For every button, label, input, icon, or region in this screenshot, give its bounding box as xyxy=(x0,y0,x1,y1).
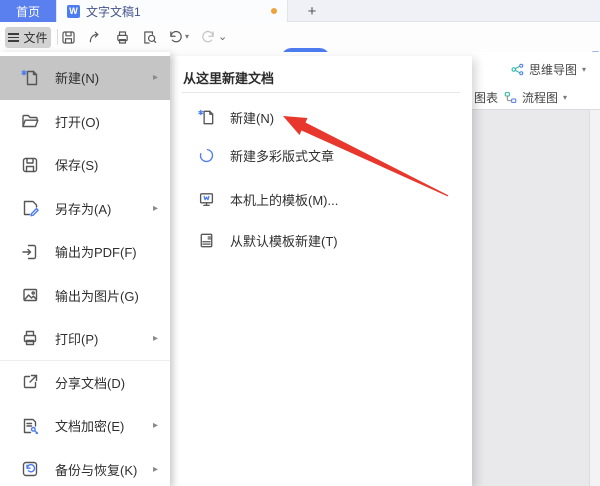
new-tab-button[interactable]: + xyxy=(300,0,324,22)
submenu-item-new[interactable]: 新建(N) xyxy=(170,104,472,130)
open-folder-icon xyxy=(20,111,40,131)
submenu-item-label: 新建(N) xyxy=(230,108,274,127)
flowchart-label: 流程图 xyxy=(522,89,558,106)
export-pdf-icon xyxy=(20,242,40,262)
local-template-icon xyxy=(197,190,216,209)
menu-item-label: 打印(P) xyxy=(55,329,98,348)
share-icon xyxy=(20,372,40,392)
file-menu-item-backup[interactable]: 备份与恢复(K) ▸ xyxy=(0,448,170,486)
toolbar-separator xyxy=(57,29,58,45)
file-menu-panel: 新建(N) ▸ 打开(O) 保存(S) 另存为(A) ▸ 输出为 xyxy=(0,52,170,486)
submenu-item-label: 从默认模板新建(T) xyxy=(230,231,338,250)
title-bar: 首页 W 文字文稿1 + xyxy=(0,0,600,22)
submenu-item-default-template[interactable]: 从默认模板新建(T) xyxy=(170,227,472,253)
save-icon xyxy=(20,155,40,175)
print-icon xyxy=(20,328,40,348)
unsaved-indicator-dot xyxy=(271,8,277,14)
submenu-arrow-icon: ▸ xyxy=(153,333,158,344)
menu-item-label: 备份与恢复(K) xyxy=(55,460,137,479)
submenu-arrow-icon: ▸ xyxy=(153,420,158,431)
chart-label: 图表 xyxy=(474,89,498,106)
vertical-scrollbar[interactable] xyxy=(589,110,600,486)
file-button-label: 文件 xyxy=(23,29,47,46)
redo-icon[interactable] xyxy=(200,29,217,46)
menu-item-label: 文档加密(E) xyxy=(55,416,124,435)
file-menu-item-save-as[interactable]: 另存为(A) ▸ xyxy=(0,187,170,231)
save-icon[interactable] xyxy=(60,29,77,46)
file-menu-item-open[interactable]: 打开(O) xyxy=(0,100,170,144)
submenu-item-local-templates[interactable]: 本机上的模板(M)... xyxy=(170,186,472,212)
document-tab[interactable]: W 文字文稿1 xyxy=(56,0,288,22)
new-document-icon xyxy=(20,68,40,88)
default-template-icon xyxy=(197,231,216,250)
save-as-icon xyxy=(20,198,40,218)
file-menu-item-export-pdf[interactable]: 输出为PDF(F) xyxy=(0,230,170,274)
mindmap-button[interactable]: 思维导图 ▾ xyxy=(510,61,586,78)
file-menu-item-new[interactable]: 新建(N) ▸ xyxy=(0,56,170,100)
hamburger-icon xyxy=(8,31,19,43)
export-icon[interactable] xyxy=(87,29,104,46)
print-icon[interactable] xyxy=(114,29,131,46)
export-image-icon xyxy=(20,285,40,305)
mindmap-label: 思维导图 xyxy=(529,61,577,78)
menu-item-label: 分享文档(D) xyxy=(55,373,125,392)
writer-doc-icon: W xyxy=(67,5,80,18)
encrypt-icon xyxy=(20,416,40,436)
print-preview-icon[interactable] xyxy=(141,29,158,46)
menu-item-label: 新建(N) xyxy=(55,68,99,87)
submenu-arrow-icon: ▸ xyxy=(153,203,158,214)
backup-restore-icon xyxy=(20,459,40,479)
chart-button[interactable]: 图表 xyxy=(474,89,498,106)
flowchart-icon xyxy=(503,90,518,105)
toolbar-more-chevron-icon[interactable]: ⌄ xyxy=(218,30,227,43)
submenu-header: 从这里新建文档 xyxy=(183,68,274,87)
menu-item-label: 另存为(A) xyxy=(55,199,111,218)
menu-item-label: 输出为图片(G) xyxy=(55,286,139,305)
file-menu-item-export-image[interactable]: 输出为图片(G) xyxy=(0,274,170,318)
menu-bar: 文件 ▾ ⌄ 开始 插入 页面布局 引用 审阅 视图 章节 xyxy=(0,22,600,52)
menu-item-label: 打开(O) xyxy=(55,112,100,131)
undo-dropdown-caret[interactable]: ▾ xyxy=(185,32,189,41)
file-menu-button[interactable]: 文件 xyxy=(5,27,51,48)
mindmap-icon xyxy=(510,62,525,77)
submenu-arrow-icon: ▸ xyxy=(153,72,158,83)
submenu-item-label: 本机上的模板(M)... xyxy=(230,190,338,209)
home-tab[interactable]: 首页 xyxy=(0,0,56,22)
file-menu-item-save[interactable]: 保存(S) xyxy=(0,143,170,187)
submenu-item-colorful-article[interactable]: 新建多彩版式文章 xyxy=(170,142,472,168)
submenu-divider xyxy=(182,92,460,93)
menu-item-label: 输出为PDF(F) xyxy=(55,242,137,261)
mindmap-caret-icon: ▾ xyxy=(582,65,586,74)
file-menu-item-print[interactable]: 打印(P) ▸ xyxy=(0,317,170,361)
colorful-article-icon xyxy=(197,146,216,165)
submenu-item-label: 新建多彩版式文章 xyxy=(230,146,334,165)
file-menu-item-encrypt[interactable]: 文档加密(E) ▸ xyxy=(0,404,170,448)
flowchart-button[interactable]: 流程图 ▾ xyxy=(503,89,567,106)
menu-item-label: 保存(S) xyxy=(55,155,98,174)
submenu-arrow-icon: ▸ xyxy=(153,464,158,475)
new-document-submenu: 从这里新建文档 新建(N) 新建多彩版式文章 本机上的模板(M)... 从默认模… xyxy=(170,56,472,486)
undo-icon[interactable] xyxy=(167,29,184,46)
document-title: 文字文稿1 xyxy=(86,3,141,20)
file-menu-item-share[interactable]: 分享文档(D) xyxy=(0,361,170,405)
wps-writer-window: 首页 W 文字文稿1 + 文件 ▾ xyxy=(0,0,600,486)
flowchart-caret-icon: ▾ xyxy=(563,93,567,102)
new-document-icon xyxy=(197,108,216,127)
